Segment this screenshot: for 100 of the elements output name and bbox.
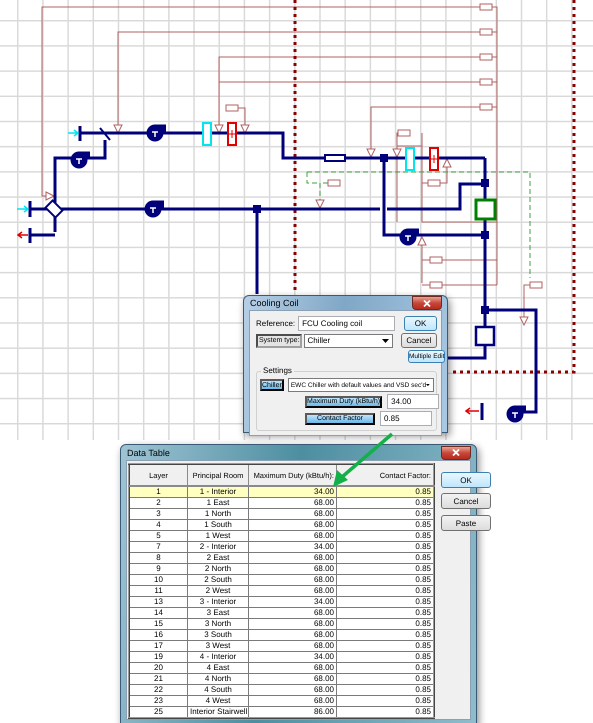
table-cell: 0.85 <box>336 630 434 640</box>
table-row[interactable]: 13 3 - Interior 34.00 0.85 <box>129 596 434 608</box>
table-row[interactable]: 20 4 East 68.00 0.85 <box>129 662 434 674</box>
close-button[interactable] <box>412 296 442 310</box>
table-cell: 0.85 <box>336 640 434 652</box>
duct-line <box>480 403 484 420</box>
table-row[interactable]: 9 2 North 68.00 0.85 <box>129 564 434 574</box>
cooling-coil-icon <box>202 122 212 146</box>
table-row[interactable]: 17 3 West 68.00 0.85 <box>129 640 434 652</box>
table-cell: 0.85 <box>336 574 434 586</box>
reference-field[interactable]: FCU Cooling coil <box>298 316 396 331</box>
junction-icon <box>481 306 489 314</box>
table-cell: 86.00 <box>248 706 336 718</box>
table-cell: 0.85 <box>336 520 434 530</box>
table-row[interactable]: 23 4 West 68.00 0.85 <box>129 696 434 706</box>
heating-coil-icon <box>227 122 237 146</box>
table-cell: 0.85 <box>336 596 434 608</box>
outlet-arrow-icon <box>16 231 29 239</box>
table-row[interactable]: 10 2 South 68.00 0.85 <box>129 574 434 586</box>
damper-icon <box>99 127 111 141</box>
sensor-icon <box>398 130 410 136</box>
fan-icon <box>506 406 526 422</box>
control-arrow-icon <box>366 148 376 158</box>
table-row[interactable]: 4 1 South 68.00 0.85 <box>129 520 434 530</box>
control-arrow-icon <box>417 236 427 246</box>
table-row[interactable]: 21 4 North 68.00 0.85 <box>129 674 434 684</box>
table-cell: 68.00 <box>248 574 336 586</box>
control-arrow-icon <box>214 124 224 134</box>
table-cell: 68.00 <box>248 508 336 520</box>
sensor-icon <box>428 180 440 186</box>
junction-icon <box>253 205 261 213</box>
table-cell: 16 <box>129 630 188 640</box>
heating-coil-icon <box>429 147 439 171</box>
table-cell: 0.85 <box>336 586 434 596</box>
table-row[interactable]: 8 2 East 68.00 0.85 <box>129 552 434 564</box>
table-cell: 7 <box>129 542 188 552</box>
ok-button[interactable]: OK <box>404 316 437 331</box>
table-cell: 0.85 <box>336 706 434 718</box>
maximum-duty-field[interactable]: 34.00 <box>387 394 440 409</box>
table-cell: 0.85 <box>336 684 434 696</box>
table-cell: 68.00 <box>248 608 336 618</box>
dialog-title: Cooling Coil <box>249 298 299 308</box>
table-row[interactable]: 16 3 South 68.00 0.85 <box>129 630 434 640</box>
table-cell: 0.85 <box>336 618 434 630</box>
table-cell: 68.00 <box>248 674 336 684</box>
dialog-title: Data Table <box>126 448 170 458</box>
table-cell: 0.85 <box>336 530 434 542</box>
system-type-dropdown[interactable]: Chiller <box>304 334 393 348</box>
sensor-icon <box>530 282 542 288</box>
control-arrow-icon <box>46 191 56 201</box>
close-button[interactable] <box>441 446 471 460</box>
table-row[interactable]: 11 2 West 68.00 0.85 <box>129 586 434 596</box>
dropdown-caret-icon <box>382 338 389 342</box>
table-row[interactable]: 25 Interior Stairwell 86.00 0.85 <box>129 706 434 718</box>
table-row[interactable]: 15 3 North 68.00 0.85 <box>129 618 434 630</box>
table-cell: 21 <box>129 674 188 684</box>
table-row[interactable]: 22 4 South 68.00 0.85 <box>129 684 434 696</box>
table-row[interactable]: 19 4 - Interior 34.00 0.85 <box>129 652 434 662</box>
table-cell: 68.00 <box>248 640 336 652</box>
table-cell: 0.85 <box>336 652 434 662</box>
table-row[interactable]: 2 1 East 68.00 0.85 <box>129 498 434 508</box>
table-cell: 34.00 <box>248 652 336 662</box>
table-cell: 68.00 <box>248 520 336 530</box>
table-cell: 68.00 <box>248 696 336 706</box>
table-cell: 13 <box>129 596 188 608</box>
table-cell: 1 - Interior <box>188 486 248 498</box>
sensor-icon <box>480 4 492 10</box>
control-arrow-icon <box>113 124 123 134</box>
table-row[interactable]: 14 3 East 68.00 0.85 <box>129 608 434 618</box>
table-cell: 0.85 <box>336 498 434 508</box>
cancel-button[interactable]: Cancel <box>441 493 491 509</box>
table-cell: 68.00 <box>248 630 336 640</box>
cancel-button[interactable]: Cancel <box>400 333 437 348</box>
control-arrow-icon <box>442 158 452 168</box>
contact-factor-field[interactable]: 0.85 <box>380 411 432 426</box>
sensor-icon <box>480 104 492 110</box>
paste-button[interactable]: Paste <box>441 515 491 531</box>
control-arrow-icon <box>240 124 250 134</box>
table-cell: 68.00 <box>248 586 336 596</box>
table-cell: 20 <box>129 662 188 674</box>
table-row[interactable]: 7 2 - Interior 34.00 0.85 <box>129 542 434 552</box>
junction-icon <box>481 179 489 187</box>
close-icon <box>452 449 460 456</box>
table-row[interactable]: 5 1 West 68.00 0.85 <box>129 530 434 542</box>
ok-button[interactable]: OK <box>441 472 491 488</box>
table-cell: 17 <box>129 640 188 652</box>
table-cell: 68.00 <box>248 552 336 564</box>
table-cell: 0.85 <box>336 508 434 520</box>
table-cell: 23 <box>129 696 188 706</box>
table-cell: 68.00 <box>248 564 336 574</box>
cooling-coil-icon <box>405 147 415 171</box>
table-cell: 5 <box>129 530 188 542</box>
table-cell: 0.85 <box>336 486 434 498</box>
settings-label: Settings <box>261 366 294 375</box>
selected-table-row[interactable]: 1 1 - Interior 34.00 0.85 <box>129 486 434 498</box>
table-cell: 34.00 <box>248 486 336 498</box>
fan-icon <box>146 124 166 142</box>
table-cell: 19 <box>129 652 188 662</box>
filter-icon <box>324 154 346 162</box>
table-row[interactable]: 3 1 North 68.00 0.85 <box>129 508 434 520</box>
